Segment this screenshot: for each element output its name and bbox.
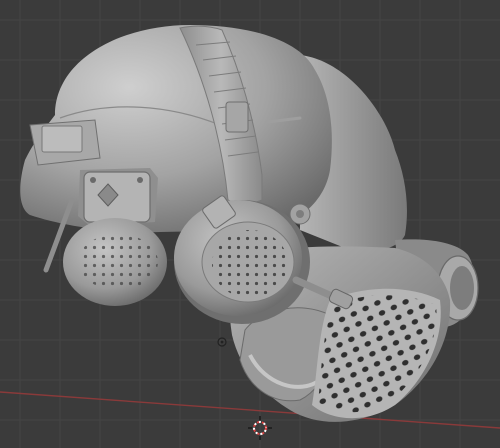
ear-cup-right xyxy=(174,200,310,324)
ear-cup-left-mesh xyxy=(78,234,158,290)
ear-cup-knob xyxy=(289,203,311,225)
side-accessory-box xyxy=(78,168,158,226)
strap-buckle xyxy=(225,101,249,133)
mask-perforations xyxy=(318,295,437,413)
visor-mount-slot xyxy=(41,125,83,153)
3d-viewport[interactable] xyxy=(0,0,500,448)
x-axis-line xyxy=(0,391,500,429)
ear-cup-right-mesh xyxy=(212,230,288,298)
origin-marker xyxy=(217,337,227,347)
